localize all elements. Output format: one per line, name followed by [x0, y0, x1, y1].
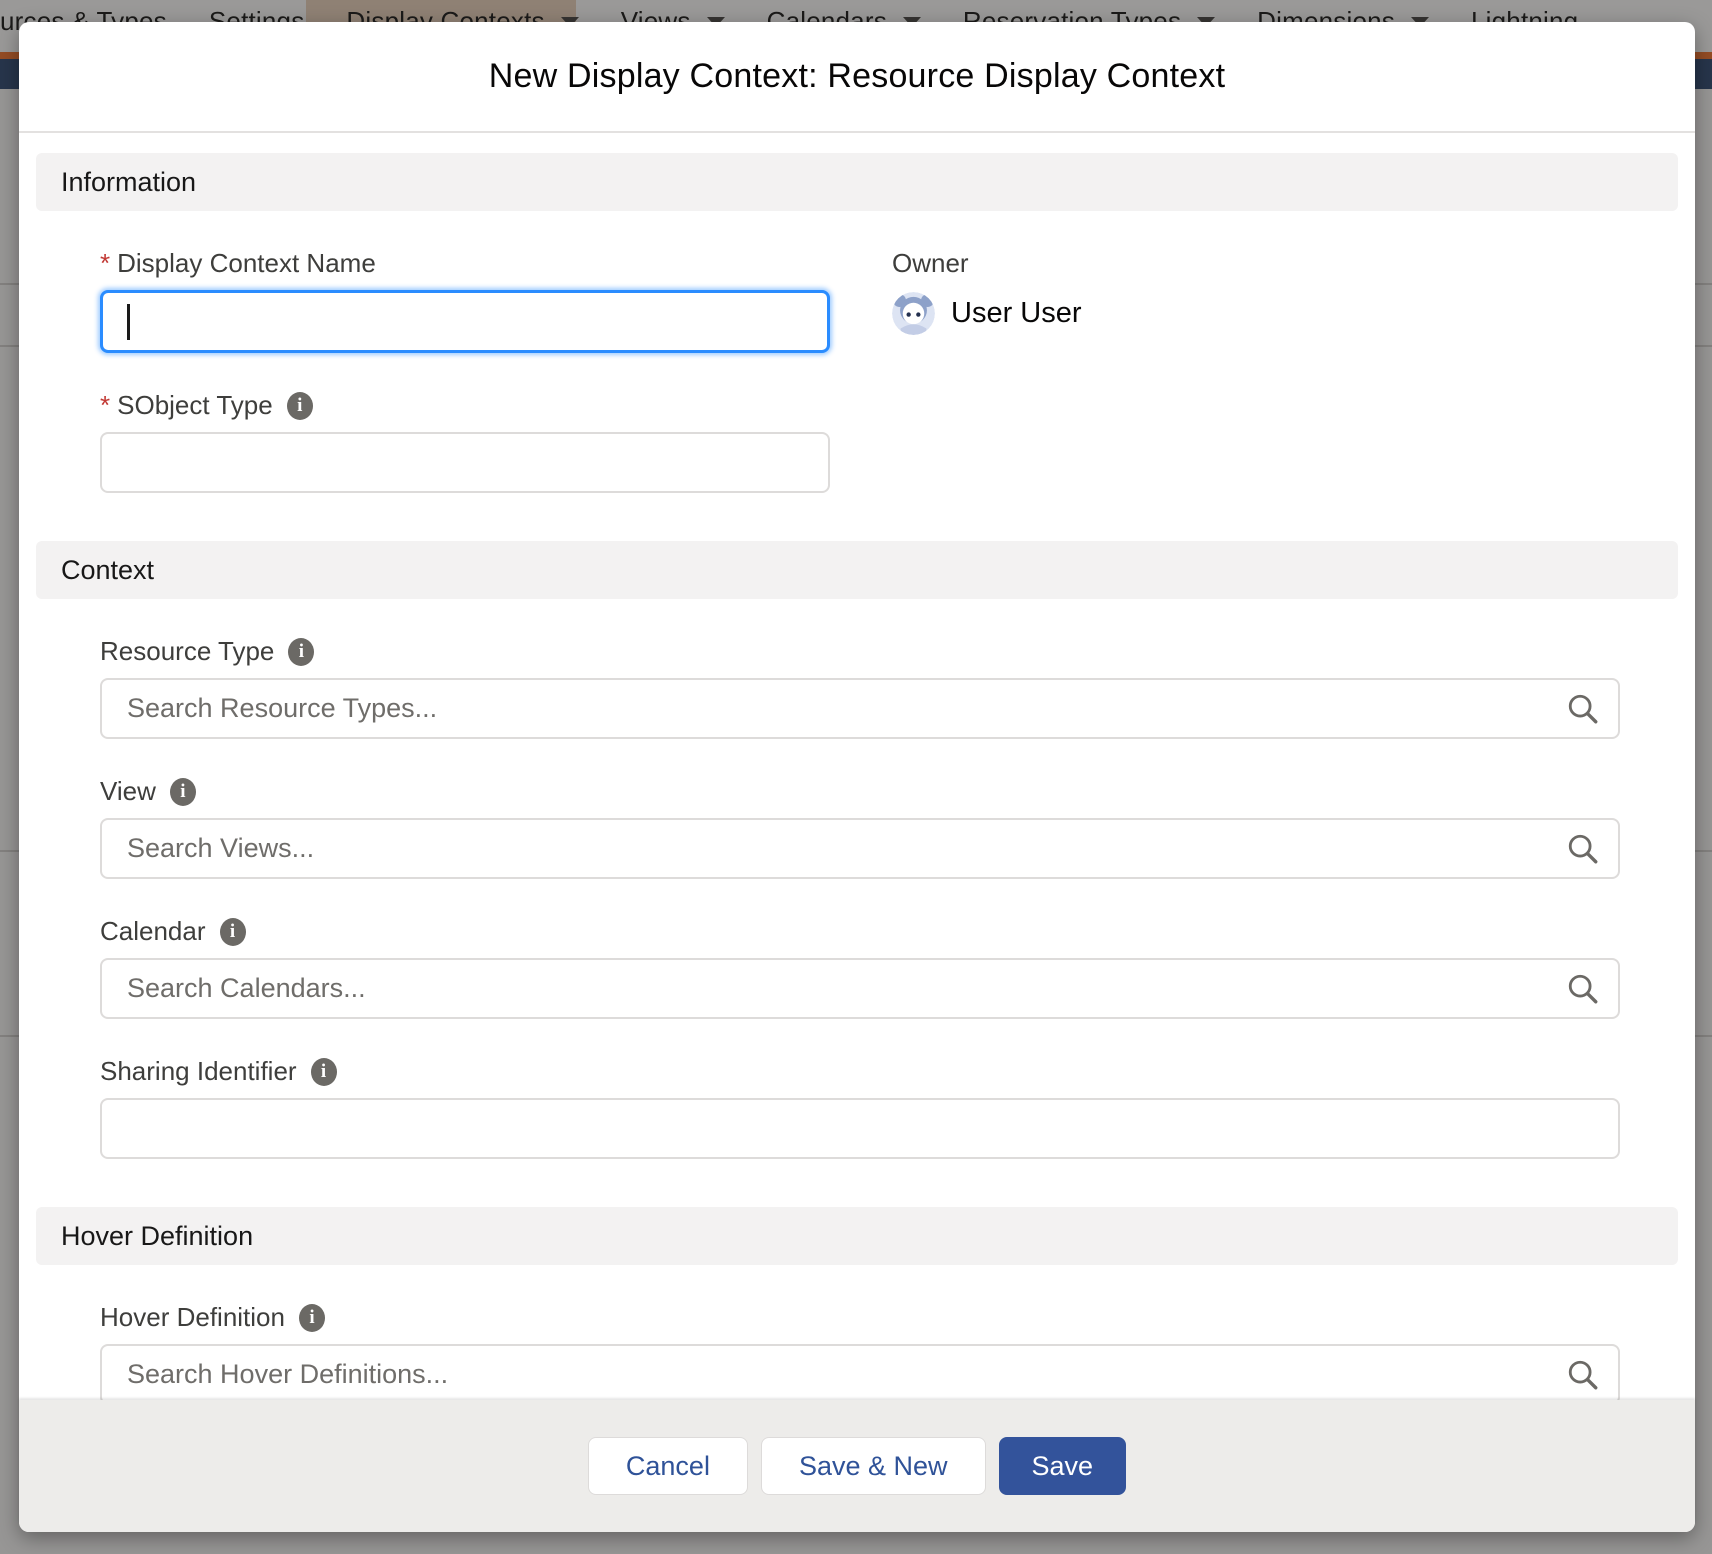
- info-icon[interactable]: [311, 1058, 337, 1086]
- info-icon[interactable]: [220, 918, 246, 946]
- info-icon[interactable]: [170, 778, 196, 806]
- view-label: View: [100, 776, 1620, 807]
- search-icon: [1566, 832, 1600, 866]
- search-icon: [1566, 972, 1600, 1006]
- cancel-button[interactable]: Cancel: [588, 1437, 748, 1495]
- search-icon: [1566, 692, 1600, 726]
- save-button[interactable]: Save: [999, 1437, 1127, 1495]
- section-information: Information: [36, 153, 1678, 211]
- owner-label: Owner: [892, 248, 1082, 279]
- resource-type-search-input[interactable]: [100, 678, 1620, 739]
- display-context-name-label: * Display Context Name: [100, 248, 830, 279]
- user-avatar: [892, 292, 935, 335]
- sharing-identifier-label: Sharing Identifier: [100, 1056, 1620, 1087]
- calendar-label: Calendar: [100, 916, 1620, 947]
- info-icon[interactable]: [287, 392, 313, 420]
- sobject-type-input[interactable]: [100, 432, 830, 493]
- modal-title: New Display Context: Resource Display Co…: [489, 57, 1226, 96]
- owner-name: User User: [951, 297, 1082, 330]
- sobject-type-label: * SObject Type: [100, 390, 830, 421]
- owner-chip: User User: [892, 292, 1082, 335]
- save-and-new-button[interactable]: Save & New: [761, 1437, 986, 1495]
- modal-body: Information * Display Context Name Owner: [19, 133, 1695, 1400]
- new-display-context-modal: New Display Context: Resource Display Co…: [19, 22, 1695, 1532]
- view-search-input[interactable]: [100, 818, 1620, 879]
- hover-definition-search-input[interactable]: [100, 1344, 1620, 1400]
- info-icon[interactable]: [299, 1304, 325, 1332]
- display-context-name-input[interactable]: [100, 290, 830, 353]
- sharing-identifier-input[interactable]: [100, 1098, 1620, 1159]
- required-asterisk: *: [100, 248, 110, 279]
- required-asterisk: *: [100, 390, 110, 421]
- calendar-search-input[interactable]: [100, 958, 1620, 1019]
- hover-definition-label: Hover Definition: [100, 1302, 1620, 1333]
- modal-footer: Cancel Save & New Save: [19, 1400, 1695, 1532]
- resource-type-label: Resource Type: [100, 636, 1620, 667]
- section-context: Context: [36, 541, 1678, 599]
- section-hover-definition: Hover Definition: [36, 1207, 1678, 1265]
- search-icon: [1566, 1358, 1600, 1392]
- text-cursor: [127, 304, 130, 340]
- modal-header: New Display Context: Resource Display Co…: [19, 22, 1695, 133]
- info-icon[interactable]: [288, 638, 314, 666]
